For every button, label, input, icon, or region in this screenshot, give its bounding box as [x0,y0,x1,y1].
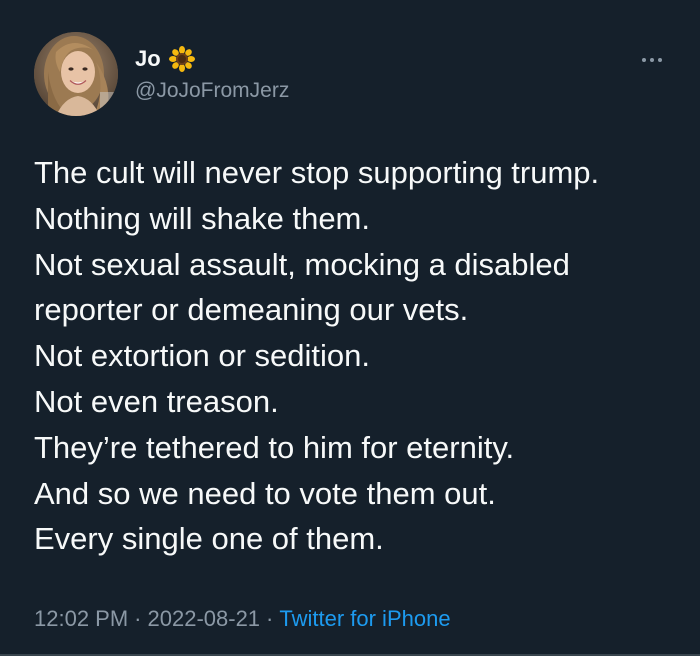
user-handle[interactable]: @JoJoFromJerz [135,78,289,104]
tweet-text: The cult will never stop supporting trum… [34,150,684,562]
tweet-time[interactable]: 12:02 PM [34,606,128,631]
tweet-text-line: They’re tethered to him for eternity. [34,429,515,465]
tweet-card: Jo @JoJoFromJerz The cult will never sto… [0,0,700,656]
tweet-text-line: Not sexual assault, mocking a disabled [34,246,570,282]
tweet-text-line: The cult will never stop supporting trum… [34,155,600,190]
more-horizontal-icon [642,58,646,62]
tweet-text-line: Nothing will shake them. [34,200,370,236]
sunflower-icon [168,46,195,72]
more-options-button[interactable] [636,50,668,70]
separator-dot: · [266,606,274,631]
display-name[interactable]: Jo [135,44,161,74]
tweet-text-line: And so we need to vote them out. [34,475,496,511]
avatar-photo-icon [34,32,118,116]
tweet-text-line: Not even treason. [34,383,279,419]
tweet-text-line: reporter or demeaning our vets. [34,292,469,328]
tweet-source-link[interactable]: Twitter for iPhone [279,606,450,631]
avatar[interactable] [34,32,118,116]
tweet-date[interactable]: 2022-08-21 [148,606,261,631]
more-horizontal-icon [658,58,662,62]
tweet-text-line: Every single one of them. [34,521,384,557]
separator-dot: · [134,606,142,631]
tweet-text-line: Not extortion or sedition. [34,338,371,374]
tweet-metadata: 12:02 PM · 2022-08-21 · Twitter for iPhone [34,604,451,634]
author-name-row[interactable]: Jo [135,44,195,74]
more-horizontal-icon [650,58,654,62]
